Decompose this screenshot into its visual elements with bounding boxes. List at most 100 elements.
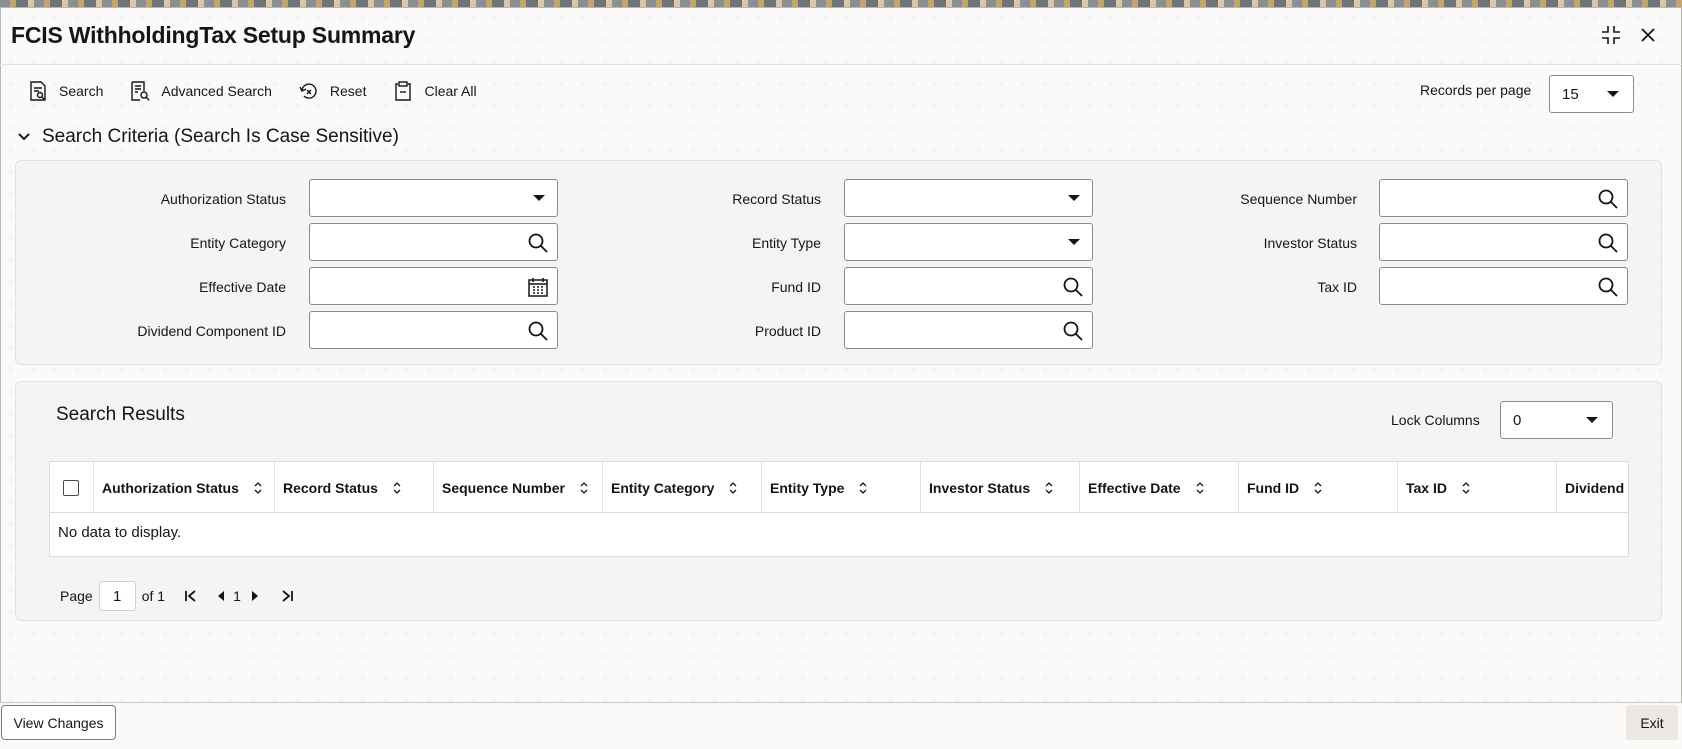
reset-label: Reset (329, 83, 367, 99)
lock-columns-select[interactable]: 0 (1500, 401, 1613, 439)
record-status-label: Record Status (732, 191, 821, 207)
clipboard-icon (395, 81, 412, 101)
column-header-sequence-number[interactable]: Sequence Number (434, 462, 603, 513)
column-header-label: Investor Status (929, 479, 1031, 496)
product-id-input[interactable] (844, 311, 1093, 349)
minimize-button[interactable] (1600, 24, 1622, 46)
search-button-label: Search (59, 83, 104, 99)
next-page-button[interactable] (247, 588, 263, 604)
sort-icon[interactable] (728, 481, 738, 495)
entity-type-select[interactable] (844, 223, 1093, 261)
search-icon[interactable] (1062, 276, 1084, 298)
sort-icon[interactable] (858, 481, 868, 495)
search-button[interactable]: Search (27, 80, 103, 102)
previous-page-icon (218, 591, 225, 601)
pagination: Page 1 of 1 1 (60, 581, 295, 611)
page-number-value: 1 (113, 587, 122, 605)
search-icon[interactable] (1062, 320, 1084, 342)
first-page-button[interactable] (183, 588, 199, 604)
sort-icon[interactable] (1044, 481, 1054, 495)
authorization-status-label: Authorization Status (160, 191, 286, 207)
fund-id-input[interactable] (844, 267, 1093, 305)
column-header-entity-type[interactable]: Entity Type (762, 462, 921, 513)
column-header-label: Effective Date (1088, 479, 1181, 496)
entity-category-input[interactable] (309, 223, 558, 261)
investor-status-input[interactable] (1379, 223, 1628, 261)
sort-icon[interactable] (253, 481, 263, 495)
previous-page-button[interactable] (213, 588, 229, 604)
column-header-label: Sequence Number (442, 479, 565, 496)
sequence-number-label: Sequence Number (1240, 191, 1357, 207)
effective-date-input[interactable] (309, 267, 558, 305)
chevron-down-icon (1068, 195, 1080, 201)
results-table: Authorization Status Record Status Seque… (49, 461, 1629, 557)
entity-type-label: Entity Type (751, 235, 821, 251)
dividend-component-id-input[interactable] (309, 311, 558, 349)
sort-icon[interactable] (1313, 481, 1323, 495)
lock-columns-value: 0 (1513, 411, 1522, 429)
column-header-label: Fund ID (1247, 479, 1300, 496)
search-document-icon (30, 81, 46, 101)
investor-status-label: Investor Status (1263, 235, 1357, 251)
column-header-investor-status[interactable]: Investor Status (921, 462, 1080, 513)
page-number-input[interactable]: 1 (98, 581, 136, 611)
exit-button[interactable]: Exit (1626, 705, 1678, 740)
no-data-message: No data to display. (58, 524, 182, 541)
page-title: FCIS WithholdingTax Setup Summary (11, 22, 416, 48)
reset-button[interactable]: Reset (298, 80, 367, 102)
column-header-dividend-component-id[interactable]: Dividend C (1557, 462, 1628, 513)
chevron-down-icon (18, 133, 30, 141)
effective-date-label: Effective Date (199, 279, 286, 295)
last-page-button[interactable] (279, 588, 295, 604)
column-header-fund-id[interactable]: Fund ID (1239, 462, 1398, 513)
sort-icon[interactable] (1461, 481, 1471, 495)
tax-id-input[interactable] (1379, 267, 1628, 305)
view-changes-button[interactable]: View Changes (1, 705, 116, 740)
product-id-label: Product ID (754, 323, 821, 339)
column-header-record-status[interactable]: Record Status (275, 462, 434, 513)
column-header-label: Tax ID (1406, 479, 1447, 496)
advanced-search-icon (131, 81, 151, 101)
search-icon[interactable] (1597, 188, 1619, 210)
sort-icon[interactable] (1195, 481, 1205, 495)
current-page-number[interactable]: 1 (233, 588, 241, 604)
next-page-icon (251, 591, 258, 601)
summary-window (0, 7, 1682, 749)
close-icon (1641, 28, 1655, 42)
search-icon[interactable] (527, 320, 549, 342)
search-criteria-title: Search Criteria (Search Is Case Sensitiv… (42, 126, 399, 147)
sort-icon[interactable] (392, 481, 402, 495)
search-criteria-toggle[interactable]: Search Criteria (Search Is Case Sensitiv… (16, 126, 399, 148)
search-icon[interactable] (1597, 232, 1619, 254)
search-icon[interactable] (527, 232, 549, 254)
advanced-search-button[interactable]: Advanced Search (129, 80, 272, 102)
dividend-component-id-label: Dividend Component ID (137, 323, 286, 339)
close-button[interactable] (1637, 24, 1659, 46)
column-header-entity-category[interactable]: Entity Category (603, 462, 762, 513)
records-per-page-select[interactable]: 15 (1549, 75, 1634, 113)
advanced-search-label: Advanced Search (161, 83, 272, 99)
authorization-status-select[interactable] (309, 179, 558, 217)
sort-icon[interactable] (579, 481, 589, 495)
fund-id-label: Fund ID (771, 279, 821, 295)
sequence-number-input[interactable] (1379, 179, 1628, 217)
table-header-row: Authorization Status Record Status Seque… (50, 462, 1628, 513)
column-header-label: Record Status (283, 479, 378, 496)
records-per-page-label: Records per page (1420, 82, 1532, 98)
record-status-select[interactable] (844, 179, 1093, 217)
select-all-checkbox[interactable] (63, 479, 79, 496)
column-header-tax-id[interactable]: Tax ID (1398, 462, 1557, 513)
first-page-icon (185, 590, 196, 602)
lock-columns-label: Lock Columns (1391, 412, 1480, 428)
select-all-cell (50, 462, 94, 513)
column-header-authorization-status[interactable]: Authorization Status (94, 462, 275, 513)
column-header-effective-date[interactable]: Effective Date (1080, 462, 1239, 513)
chevron-down-icon (533, 195, 545, 201)
search-icon[interactable] (1597, 276, 1619, 298)
chevron-down-icon (1068, 239, 1080, 245)
last-page-icon (282, 590, 293, 602)
clear-all-button[interactable]: Clear All (392, 80, 477, 102)
collapse-icon (1602, 26, 1620, 44)
reset-icon (299, 83, 317, 99)
calendar-icon[interactable] (527, 276, 549, 298)
